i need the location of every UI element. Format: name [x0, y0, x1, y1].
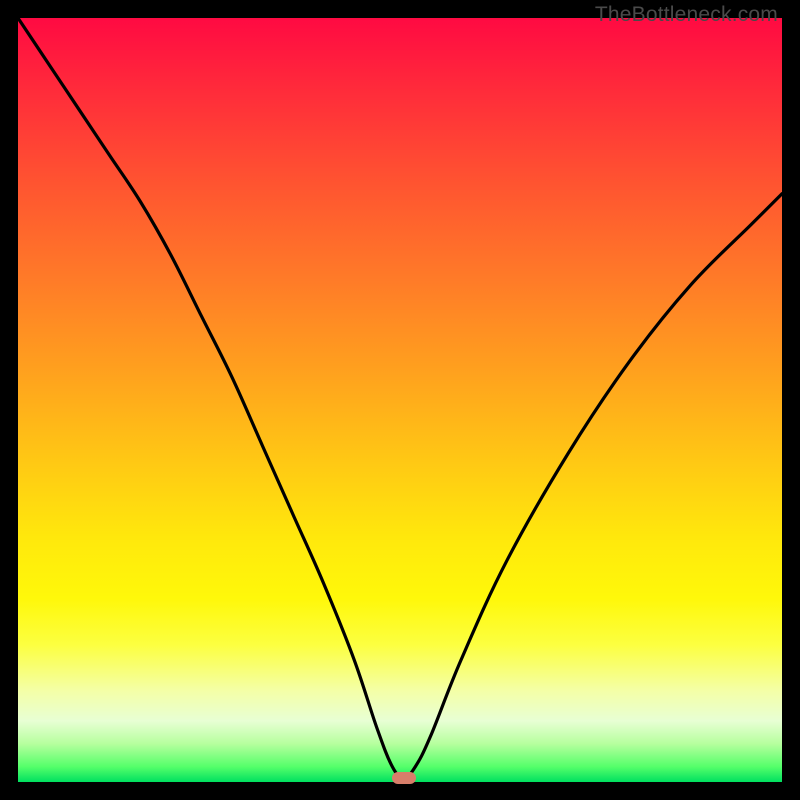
plot-area: [18, 18, 782, 782]
bottleneck-curve: [18, 18, 782, 782]
optimum-marker: [392, 772, 416, 784]
watermark-text: TheBottleneck.com: [595, 3, 778, 27]
chart-frame: TheBottleneck.com: [0, 0, 800, 800]
